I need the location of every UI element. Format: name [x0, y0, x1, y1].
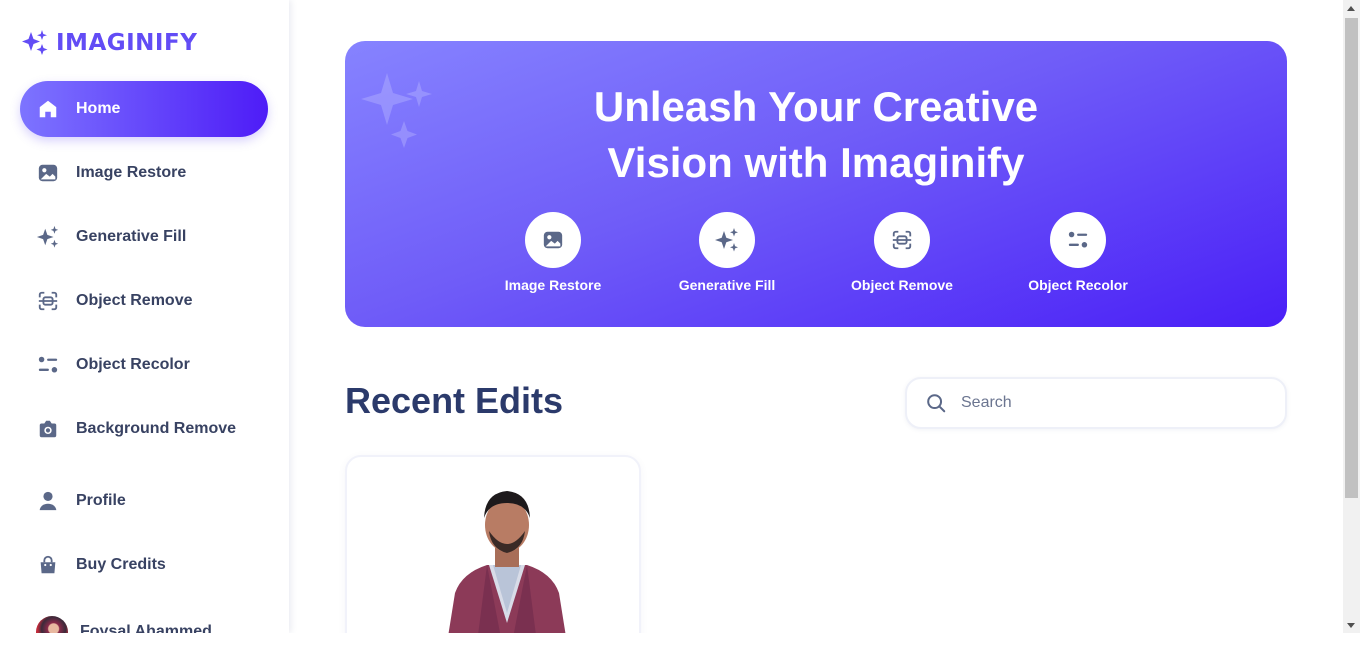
tool-icon-circle — [525, 212, 581, 268]
stars-icon — [36, 225, 60, 249]
vertical-scrollbar[interactable] — [1343, 0, 1360, 633]
sidebar-item-background-remove[interactable]: Background Remove — [20, 401, 268, 457]
bottom-strip — [0, 633, 1360, 665]
camera-icon — [36, 417, 60, 441]
sidebar-item-buy-credits[interactable]: Buy Credits — [20, 537, 268, 593]
scan-icon — [892, 230, 912, 250]
filter-icon — [1068, 231, 1088, 248]
image-icon — [36, 161, 60, 185]
sidebar-item-label: Profile — [76, 492, 126, 509]
scroll-down-arrow-icon[interactable] — [1347, 623, 1355, 628]
scroll-up-arrow-icon[interactable] — [1347, 6, 1355, 11]
sidebar-item-object-remove[interactable]: Object Remove — [20, 273, 268, 329]
hero-banner: Unleash Your Creative Vision with Imagin… — [345, 41, 1287, 327]
sidebar-item-label: Image Restore — [76, 164, 187, 181]
sidebar-item-label: Background Remove — [76, 420, 237, 437]
sidebar: IMAGINIFY Home Image Restore Generative … — [0, 0, 289, 633]
tool-icon-circle — [874, 212, 930, 268]
search-input[interactable] — [961, 394, 1261, 412]
tool-label: Object Recolor — [1028, 277, 1128, 293]
recent-edit-card[interactable] — [345, 455, 641, 655]
sidebar-item-image-restore[interactable]: Image Restore — [20, 145, 268, 201]
tool-icon-circle — [1050, 212, 1106, 268]
sidebar-item-home[interactable]: Home — [20, 81, 268, 137]
sidebar-item-label: Buy Credits — [76, 556, 166, 573]
tool-label: Image Restore — [504, 277, 602, 293]
sidebar-item-label: Generative Fill — [76, 228, 187, 245]
logo-text: IMAGINIFY — [56, 30, 198, 56]
user-icon — [36, 489, 60, 513]
image-icon — [543, 231, 563, 249]
home-icon — [36, 97, 60, 121]
tool-object-recolor[interactable]: Object Recolor — [1003, 212, 1153, 293]
sidebar-item-object-recolor[interactable]: Object Recolor — [20, 337, 268, 393]
avatar — [36, 616, 68, 633]
tool-label: Object Remove — [851, 277, 953, 293]
tool-object-remove[interactable]: Object Remove — [827, 212, 977, 293]
tool-shortcuts: Image Restore Generative Fill Object Rem… — [345, 212, 1287, 302]
banner-title: Unleash Your Creative Vision with Imagin… — [345, 79, 1287, 191]
recent-edits-heading: Recent Edits — [345, 380, 564, 421]
bag-icon — [36, 553, 60, 577]
sidebar-item-label: Object Recolor — [76, 356, 190, 373]
tool-image-restore[interactable]: Image Restore — [478, 212, 628, 293]
user-name: Foysal Ahammed — [80, 623, 212, 633]
tool-generative-fill[interactable]: Generative Fill — [652, 212, 802, 293]
sidebar-item-profile[interactable]: Profile — [20, 473, 268, 529]
sidebar-item-label: Home — [76, 100, 121, 117]
tool-label: Generative Fill — [678, 277, 776, 293]
sidebar-item-generative-fill[interactable]: Generative Fill — [20, 209, 268, 265]
logo-stars-icon — [22, 30, 48, 55]
user-profile[interactable]: Foysal Ahammed — [36, 616, 212, 633]
sidebar-item-label: Object Remove — [76, 292, 193, 309]
scan-icon — [36, 289, 60, 313]
tool-icon-circle — [699, 212, 755, 268]
filter-icon — [36, 353, 60, 377]
search-icon — [927, 394, 946, 413]
search-box[interactable] — [905, 377, 1287, 429]
banner-title-line-1: Unleash Your Creative — [593, 83, 1039, 130]
recent-edit-image — [447, 491, 567, 643]
scrollbar-thumb[interactable] — [1345, 18, 1358, 498]
stars-icon — [715, 228, 738, 252]
banner-title-line-2: Vision with Imaginify — [607, 139, 1025, 186]
logo[interactable]: IMAGINIFY — [20, 28, 197, 58]
